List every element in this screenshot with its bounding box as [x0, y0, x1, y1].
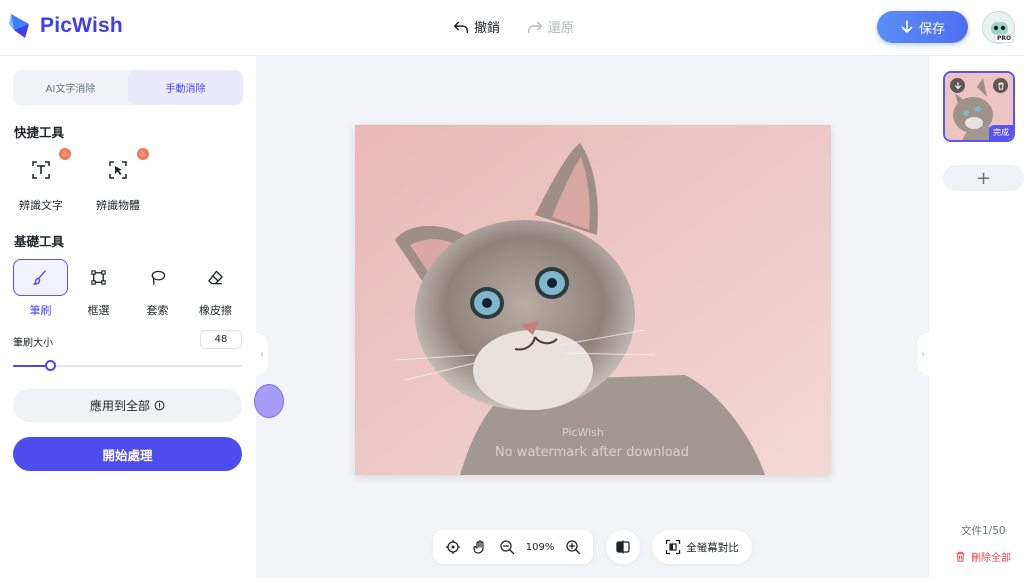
- zoom-level: 109%: [525, 541, 555, 553]
- watermark-text: No watermark after download: [495, 445, 690, 460]
- rectangle-select-label: 框選: [87, 304, 110, 317]
- recognize-object-label: 辨識物體: [96, 199, 140, 212]
- recognize-object-tool[interactable]: 辨識物體: [88, 160, 148, 213]
- file-count: 文件1/50: [961, 525, 1006, 537]
- brush-size-slider-thumb[interactable]: [44, 360, 56, 371]
- collapse-right-panel-button[interactable]: ›: [917, 333, 929, 375]
- top-bar: PicWish 撤銷 還原 保存 PRO: [0, 0, 1024, 56]
- object-detect-icon: [109, 161, 127, 179]
- thumbnail-download-button[interactable]: [950, 78, 965, 93]
- eraser-icon: [208, 270, 223, 285]
- eraser-tool-frame: [188, 259, 243, 296]
- brush-label: 筆刷: [29, 304, 52, 317]
- collapse-left-panel-button[interactable]: ‹: [256, 333, 268, 375]
- rectangle-select-tool-frame: [71, 259, 126, 296]
- quick-tools-title: 快捷工具: [14, 125, 65, 140]
- redo-button[interactable]: 還原: [526, 17, 574, 36]
- redo-label: 還原: [548, 21, 575, 36]
- logo[interactable]: PicWish: [8, 10, 123, 42]
- lasso-label: 套索: [146, 304, 169, 317]
- history-controls: 撤銷 還原: [452, 17, 574, 36]
- file-thumbnail[interactable]: 完成: [943, 71, 1015, 142]
- mode-switch: AI文字消除 手動消除: [13, 70, 243, 105]
- pro-badge: PRO: [994, 34, 1015, 43]
- undo-button[interactable]: 撤銷: [452, 17, 500, 36]
- text-detect-icon: [32, 161, 50, 179]
- hot-fire-icon: ♨: [59, 148, 71, 160]
- fullscreen-compare-icon: [666, 539, 681, 555]
- delete-all-button[interactable]: 刪除全部: [955, 549, 1011, 564]
- rectangle-select-icon: [91, 270, 106, 285]
- save-button[interactable]: 保存: [877, 11, 968, 43]
- hot-fire-icon: ♨: [137, 148, 149, 160]
- start-processing-button[interactable]: 開始處理: [13, 437, 242, 471]
- undo-icon: [453, 21, 469, 33]
- brush-cursor: [254, 384, 284, 418]
- basic-tools-title: 基礎工具: [14, 234, 65, 249]
- thumbnail-delete-button[interactable]: [993, 78, 1008, 93]
- fullscreen-compare-label: 全螢幕對比: [686, 541, 739, 554]
- lasso-tool[interactable]: 套索: [130, 259, 185, 318]
- picwish-logo-icon: [9, 14, 29, 38]
- thumbnail-status-badge: 完成: [989, 125, 1013, 140]
- lasso-tool-frame: [130, 259, 185, 296]
- chevron-right-icon: ›: [921, 348, 925, 360]
- brush-icon: [33, 270, 46, 285]
- eraser-tool[interactable]: 橡皮擦: [188, 259, 243, 318]
- download-icon: [954, 81, 961, 89]
- lasso-icon: [151, 270, 166, 285]
- download-arrow-icon: [901, 20, 913, 33]
- undo-label: 撤銷: [474, 21, 501, 36]
- recognize-text-tool[interactable]: 辨識文字: [11, 160, 71, 213]
- eraser-label: 橡皮擦: [199, 304, 232, 317]
- zoom-out-icon[interactable]: [499, 539, 515, 555]
- tab-ai-text-removal[interactable]: AI文字消除: [13, 70, 128, 105]
- delete-all-label: 刪除全部: [971, 553, 1011, 564]
- add-file-button[interactable]: +: [943, 165, 1024, 191]
- watermark-brand: PicWish: [562, 426, 604, 439]
- save-label: 保存: [918, 21, 945, 37]
- tab-manual-removal[interactable]: 手動消除: [128, 70, 243, 105]
- recognize-text-label: 辨識文字: [19, 199, 63, 212]
- tool-panel: AI文字消除 手動消除 快捷工具 辨識文字 ♨ 辨識物體 ♨ 基礎工具 筆刷 框…: [0, 56, 256, 578]
- info-bubble-icon[interactable]: [154, 400, 165, 411]
- split-compare-icon: [616, 540, 630, 554]
- zoom-in-icon[interactable]: [565, 539, 581, 555]
- kitten-photo: [355, 125, 831, 475]
- compare-toggle-button[interactable]: [606, 530, 640, 564]
- hand-pan-icon[interactable]: [472, 539, 488, 555]
- apply-to-all-button[interactable]: 應用到全部: [13, 389, 242, 422]
- brush-size-input[interactable]: 48: [200, 330, 242, 349]
- chevron-left-icon: ‹: [260, 348, 264, 360]
- brush-size-slider[interactable]: [13, 360, 242, 371]
- recenter-icon[interactable]: [445, 539, 461, 555]
- edit-image[interactable]: [355, 125, 831, 475]
- rectangle-select-tool[interactable]: 框選: [71, 259, 126, 318]
- plus-icon: +: [975, 167, 992, 189]
- trash-icon: [997, 82, 1004, 90]
- redo-icon: [527, 21, 543, 33]
- brush-tool[interactable]: 筆刷: [13, 259, 68, 318]
- zoom-toolbar: 109%: [433, 530, 593, 564]
- brush-size-label: 筆刷大小: [13, 338, 53, 349]
- fullscreen-compare-button[interactable]: 全螢幕對比: [652, 530, 752, 564]
- brush-tool-frame: [13, 259, 68, 296]
- app-name: PicWish: [40, 14, 123, 37]
- trash-icon: [956, 551, 965, 562]
- apply-to-all-label: 應用到全部: [89, 399, 150, 413]
